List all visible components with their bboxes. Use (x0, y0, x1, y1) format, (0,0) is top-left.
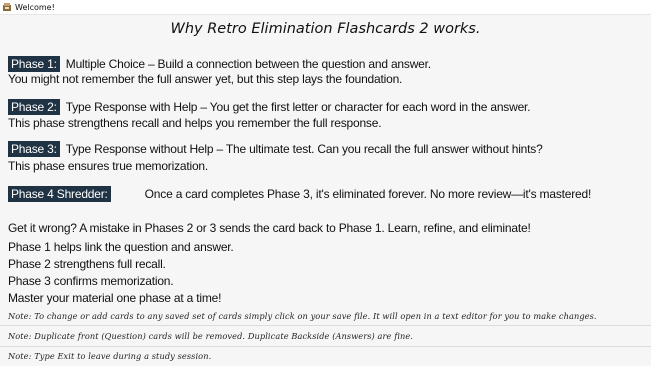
phase-2-text: Type Response with Help – You get the fi… (65, 100, 531, 114)
phase-2-badge: Phase 2: (8, 99, 60, 115)
divider (0, 346, 651, 347)
summary-line-1: Phase 1 helps link the question and answ… (8, 240, 234, 254)
note-2: Note: Duplicate front (Question) cards w… (8, 331, 414, 341)
divider (0, 325, 651, 326)
welcome-window: Welcome! Why Retro Elimination Flashcard… (0, 0, 651, 366)
summary-line-2: Phase 2 strengthens full recall. (8, 257, 166, 271)
phase-1-badge: Phase 1: (8, 56, 60, 72)
summary-line-3: Phase 3 confirms memorization. (8, 274, 174, 288)
note-3: Note: Type Exit to leave during a study … (8, 351, 212, 361)
phase-3-badge: Phase 3: (8, 141, 60, 157)
phase-1-text: Multiple Choice – Build a connection bet… (65, 57, 431, 71)
welcome-content: Why Retro Elimination Flashcards 2 works… (0, 14, 651, 366)
page-title: Why Retro Elimination Flashcards 2 works… (170, 21, 481, 37)
note-1: Note: To change or add cards to any save… (8, 311, 597, 321)
phase-4-line: Phase 4 Shredder: Once a card completes P… (8, 186, 591, 202)
app-icon (2, 2, 12, 12)
title-bar[interactable]: Welcome! (0, 0, 651, 14)
window-title: Welcome! (15, 2, 55, 12)
phase-4-text: Once a card completes Phase 3, it's elim… (144, 187, 592, 201)
phase-1-subtext: You might not remember the full answer y… (8, 72, 403, 86)
wrong-answer-text: Get it wrong? A mistake in Phases 2 or 3… (8, 221, 531, 235)
phase-4-badge: Phase 4 Shredder: (8, 186, 111, 202)
phase-1-line: Phase 1: Multiple Choice – Build a connec… (8, 56, 431, 72)
phase-2-line: Phase 2: Type Response with Help – You ge… (8, 99, 531, 115)
phase-3-line: Phase 3: Type Response without Help – The… (8, 141, 543, 157)
phase-3-subtext: This phase ensures true memorization. (8, 159, 209, 173)
phase-2-subtext: This phase strengthens recall and helps … (8, 116, 382, 130)
phase-3-text: Type Response without Help – The ultimat… (65, 142, 543, 156)
summary-line-4: Master your material one phase at a time… (8, 291, 222, 305)
